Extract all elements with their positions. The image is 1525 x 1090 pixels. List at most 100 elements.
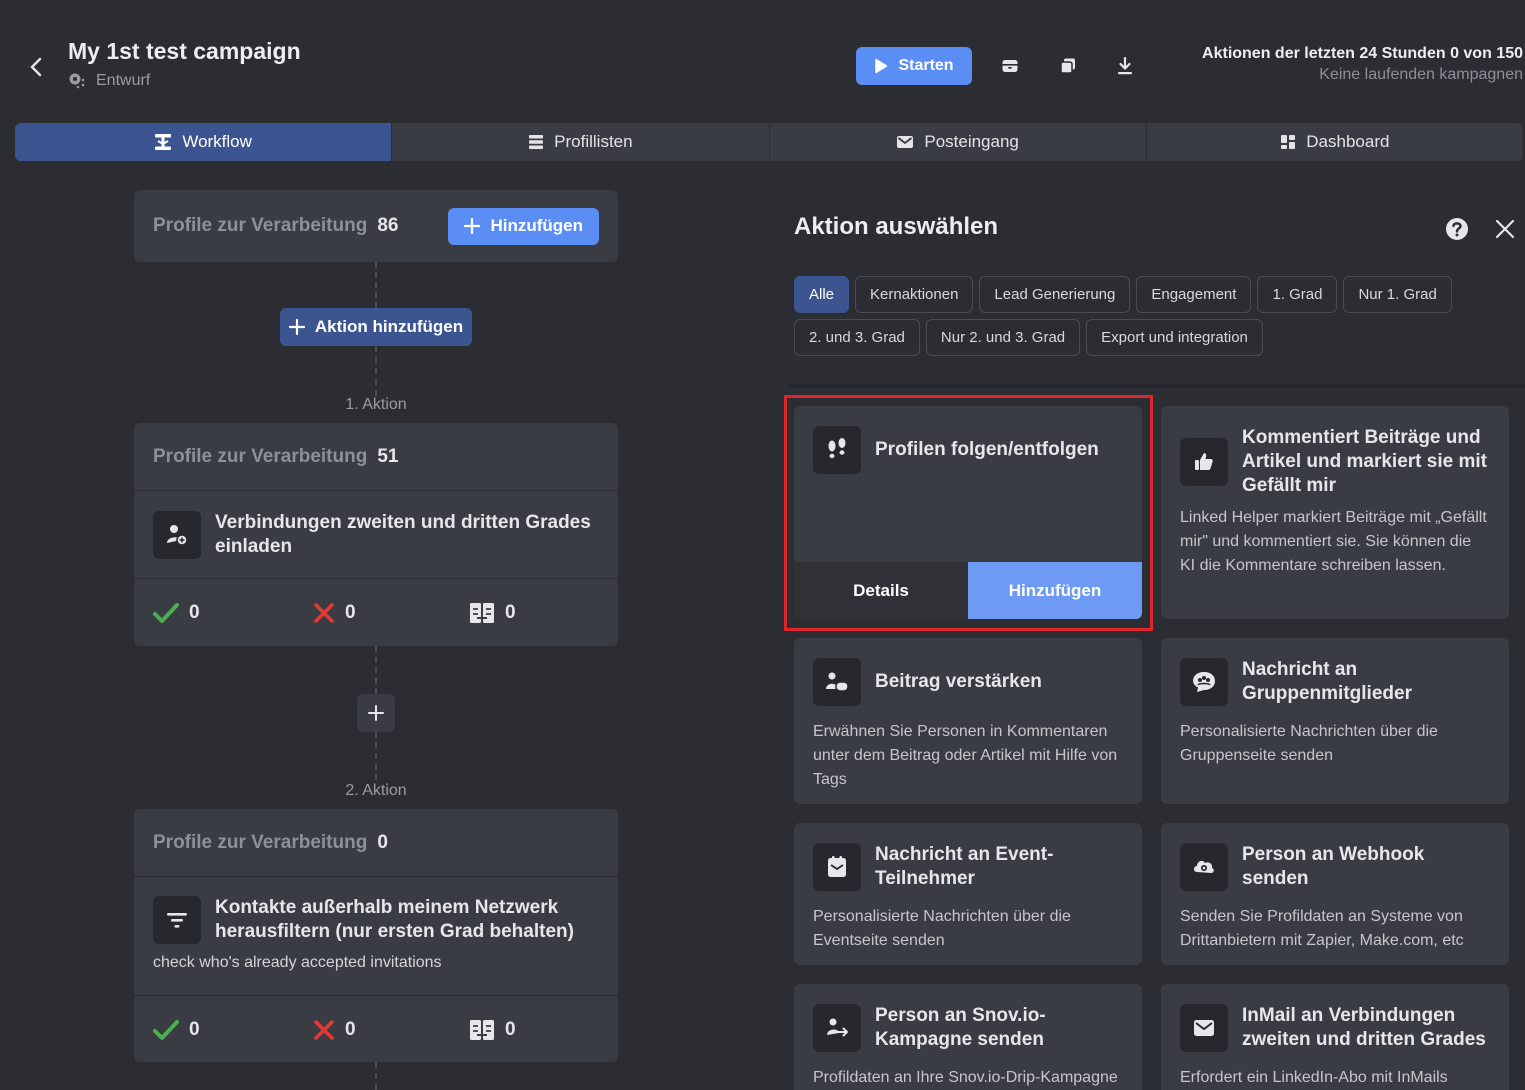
inmail-icon — [1180, 1004, 1228, 1052]
source-count: 86 — [377, 215, 399, 236]
thumbs-up-icon — [1180, 438, 1228, 486]
action-option-title: Beitrag verstärken — [875, 671, 1042, 692]
success-stat: 0 — [153, 1019, 313, 1041]
add-profiles-label: Hinzufügen — [490, 216, 583, 235]
plus-icon — [288, 319, 305, 335]
cross-icon — [314, 1019, 334, 1040]
check-icon — [153, 602, 179, 623]
filter-chip-alle[interactable]: Alle — [794, 276, 850, 313]
boost-post-icon — [813, 658, 861, 706]
action-option-title: Kommentiert Beiträge und Artikel und mar… — [1242, 427, 1487, 496]
tab-posteingang-label: Posteingang — [924, 132, 1019, 151]
step-label: 2. Aktion — [345, 782, 407, 799]
connector-line — [375, 732, 377, 780]
tab-workflow[interactable]: Workflow — [15, 123, 393, 161]
archive-button[interactable] — [996, 52, 1024, 80]
archive-icon — [1002, 60, 1018, 72]
plus-icon — [368, 705, 384, 721]
action-option[interactable]: Person an Snov.io-Kampagne senden Profil… — [794, 984, 1142, 1090]
campaign-title: My 1st test campaign — [68, 38, 301, 64]
queue-label: Profile zur Verarbeitung — [153, 445, 368, 467]
workflow-icon — [155, 134, 172, 150]
tab-workflow-label: Workflow — [182, 132, 252, 151]
start-button[interactable]: Starten — [856, 47, 972, 85]
queue-label: Profile zur Verarbeitung — [153, 831, 368, 853]
tab-dashboard[interactable]: Dashboard — [1146, 123, 1523, 161]
action-title: Kontakte außerhalb meinem Netzwerk herau… — [215, 897, 574, 942]
action-option[interactable]: Nachricht an Event-Teilnehmer Personalis… — [794, 823, 1142, 965]
check-icon — [153, 1019, 179, 1040]
add-profiles-button[interactable]: Hinzufügen — [448, 207, 599, 245]
action-option-title: InMail an Verbindungen zweiten und dritt… — [1242, 1005, 1486, 1050]
filter-chip-2-3-grad[interactable]: 2. und 3. Grad — [794, 319, 920, 356]
filter-chip-lead-generierung[interactable]: Lead Generierung — [979, 276, 1131, 313]
filter-chip-kernaktionen[interactable]: Kernaktionen — [855, 276, 974, 313]
action-option-title: Nachricht an Gruppenmitglieder — [1242, 659, 1412, 704]
filter-chip-nur-1-grad[interactable]: Nur 1. Grad — [1343, 276, 1452, 313]
failed-count: 0 — [345, 1018, 356, 1040]
success-count: 0 — [189, 601, 200, 623]
action-option[interactable]: InMail an Verbindungen zweiten und dritt… — [1161, 984, 1509, 1090]
action-option-title: Nachricht an Event-Teilnehmer — [875, 844, 1054, 889]
action-card[interactable]: Profile zur Verarbeitung 51 Verbindungen… — [134, 423, 618, 646]
filter-chip-engagement[interactable]: Engagement — [1136, 276, 1252, 313]
send-person-icon — [813, 1004, 861, 1052]
action-option-desc: Erfordert ein LinkedIn-Abo mit InMails — [1180, 1069, 1448, 1086]
skip-icon — [470, 602, 494, 623]
dashboard-icon — [1281, 135, 1296, 149]
back-button[interactable] — [22, 52, 50, 82]
tab-posteingang[interactable]: Posteingang — [769, 123, 1147, 161]
skipped-stat: 0 — [469, 601, 516, 625]
tab-profillisten-label: Profillisten — [554, 132, 633, 151]
action-card[interactable]: Profile zur Verarbeitung 0 Kontakte auße… — [134, 809, 618, 1062]
failed-stat: 0 — [313, 1019, 469, 1041]
filter-chip-1-grad[interactable]: 1. Grad — [1257, 276, 1338, 313]
group-message-icon — [1180, 658, 1228, 706]
tab-profillisten[interactable]: Profillisten — [392, 123, 770, 161]
action-option[interactable]: Beitrag verstärken Erwähnen Sie Personen… — [794, 638, 1142, 804]
draft-icon — [69, 73, 85, 89]
connector-line — [375, 346, 377, 396]
skip-icon — [470, 1019, 494, 1040]
connector-line — [375, 646, 377, 694]
close-button[interactable] — [1492, 216, 1518, 242]
actions-info: Aktionen der letzten 24 Stunden 0 von 15… — [1202, 45, 1523, 84]
copy-icon — [1060, 58, 1075, 74]
duplicate-button[interactable] — [1054, 52, 1082, 80]
action-option[interactable]: Kommentiert Beiträge und Artikel und mar… — [1161, 406, 1509, 619]
download-icon — [1118, 57, 1132, 75]
panel-divider — [790, 384, 1525, 388]
action-option-title: Person an Webhook senden — [1242, 844, 1425, 889]
skipped-stat: 0 — [469, 1018, 516, 1042]
action-option-desc: Profildaten an Ihre Snov.io-Drip-Kampagn… — [813, 1069, 1118, 1086]
success-count: 0 — [189, 1018, 200, 1040]
failed-stat: 0 — [313, 602, 469, 624]
add-action-label: Aktion hinzufügen — [314, 317, 464, 336]
failed-count: 0 — [345, 601, 356, 623]
invite-icon — [153, 510, 201, 559]
download-button[interactable] — [1111, 52, 1139, 80]
queue-count: 51 — [377, 445, 399, 467]
close-icon — [1495, 219, 1515, 239]
panel-title: Aktion auswählen — [794, 213, 999, 240]
mail-icon — [897, 136, 914, 148]
help-icon — [1446, 218, 1468, 240]
add-action-button[interactable]: Aktion hinzufügen — [280, 308, 472, 346]
action-option[interactable]: Person an Webhook senden Senden Sie Prof… — [1161, 823, 1509, 965]
filter-row: Alle Kernaktionen Lead Generierung Engag… — [794, 276, 1452, 313]
actions-count: Aktionen der letzten 24 Stunden 0 von 15… — [1202, 45, 1523, 62]
webhook-icon — [1180, 843, 1228, 891]
help-button[interactable] — [1444, 216, 1470, 242]
insert-action-button[interactable] — [357, 694, 395, 732]
filter-chip-export[interactable]: Export und integration — [1086, 319, 1263, 356]
action-option[interactable]: Nachricht an Gruppenmitglieder Personali… — [1161, 638, 1509, 804]
tab-dashboard-label: Dashboard — [1306, 132, 1390, 151]
cross-icon — [314, 602, 334, 623]
list-icon — [529, 135, 544, 149]
campaign-status: Entwurf — [68, 72, 150, 90]
plus-icon — [464, 218, 481, 234]
connector-line — [375, 1062, 377, 1090]
filter-chip-nur-2-3-grad[interactable]: Nur 2. und 3. Grad — [925, 319, 1081, 356]
event-message-icon — [813, 843, 861, 891]
connector-line — [375, 262, 377, 308]
